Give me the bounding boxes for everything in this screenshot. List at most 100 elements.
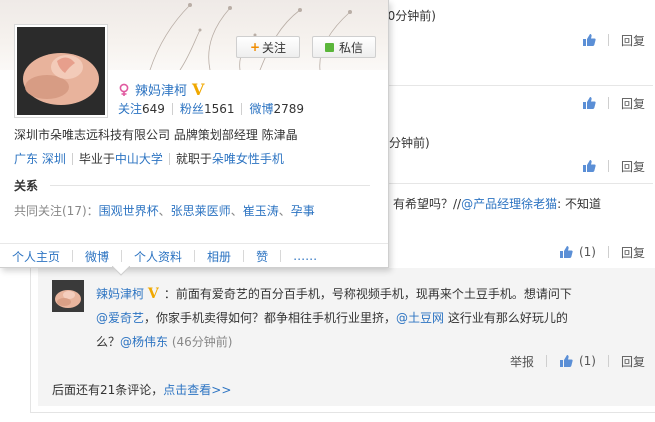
follows-count: 649 xyxy=(142,102,165,116)
profile-name-row: 辣妈津柯 V xyxy=(118,80,208,99)
tab-more[interactable]: …… xyxy=(281,249,329,263)
message-icon xyxy=(324,42,334,52)
comment-actions: 回复 xyxy=(582,94,645,112)
mention-link[interactable]: @产品经理徐老猫 xyxy=(461,197,557,211)
view-more-link[interactable]: 点击查看>> xyxy=(163,383,231,397)
follows-stat[interactable]: 关注649 xyxy=(118,100,165,117)
weibo-stat[interactable]: 微博2789 xyxy=(249,100,304,117)
comment-box: 辣妈津柯 V ：前面有爱奇艺的百分百手机，号称视频手机，现再来个土豆手机。想请问下… xyxy=(38,268,655,406)
comment-actions: (1) 回复 xyxy=(559,243,645,261)
message-label: 私信 xyxy=(338,40,363,55)
comment-text: 这行业有那么好玩儿的 xyxy=(444,311,568,325)
like-icon[interactable] xyxy=(582,96,596,110)
divider xyxy=(607,34,609,46)
common-follow-link[interactable]: 孕事 xyxy=(291,202,315,219)
like-icon[interactable] xyxy=(582,33,596,47)
baby-hands-image xyxy=(52,280,84,312)
reply-link[interactable]: 回复 xyxy=(621,32,645,49)
like-count: (1) xyxy=(578,245,596,259)
tab-likes[interactable]: 赞 xyxy=(244,248,280,265)
common-follows-row: 共同关注(17)： 围观世界杯、 张思莱医师、 崔玉涛、 孕事 xyxy=(14,202,315,219)
separator: 、 xyxy=(158,204,171,218)
more-comments-text: 后面还有21条评论， xyxy=(52,383,164,397)
divider xyxy=(71,152,73,165)
profile-bio: 深圳市朵唯志远科技有限公司 品牌策划部经理 陈津晶 xyxy=(14,128,298,142)
relation-title: 关系 xyxy=(14,179,39,193)
reply-link[interactable]: 回复 xyxy=(621,353,645,370)
verified-v-icon: V xyxy=(192,79,205,99)
comment-text-part: 有希望吗？// xyxy=(393,197,462,211)
tab-album[interactable]: 相册 xyxy=(195,248,243,265)
comment-text: ，你家手机卖得如何？都争相往手机行业里挤， xyxy=(144,311,397,325)
like-icon[interactable] xyxy=(582,159,596,173)
plus-icon: + xyxy=(249,40,261,54)
baby-hands-image xyxy=(17,27,105,115)
separator: 、 xyxy=(278,204,291,218)
divider xyxy=(241,102,243,115)
reply-link[interactable]: 回复 xyxy=(621,244,645,261)
like-icon[interactable] xyxy=(559,245,573,259)
tab-profile-info[interactable]: 个人资料 xyxy=(122,248,194,265)
tab-homepage[interactable]: 个人主页 xyxy=(0,248,72,265)
reply-link[interactable]: 回复 xyxy=(621,158,645,175)
message-button[interactable]: 私信 xyxy=(312,36,376,58)
divider xyxy=(607,246,609,258)
company-link[interactable]: 朵唯女性手机 xyxy=(212,150,284,167)
divider xyxy=(171,102,173,115)
divider xyxy=(607,355,609,367)
location-link[interactable]: 广东 深圳 xyxy=(14,150,66,167)
comment-body: 辣妈津柯 V ：前面有爱奇艺的百分百手机，号称视频手机，现再来个土豆手机。想请问下… xyxy=(96,282,641,354)
more-comments: 后面还有21条评论，点击查看>> xyxy=(52,381,231,398)
mention-link[interactable]: @杨伟东 xyxy=(120,335,168,349)
comment-actions: 举报 (1) 回复 xyxy=(510,352,645,370)
author-link[interactable]: 辣妈津柯 xyxy=(96,287,144,301)
comment-text: 么？ xyxy=(96,335,121,349)
profile-name[interactable]: 辣妈津柯 xyxy=(135,80,187,99)
profile-info-row: 广东 深圳 毕业于 中山大学 就职于 朵唯女性手机 xyxy=(14,150,284,167)
like-icon[interactable] xyxy=(559,354,573,368)
weibo-label: 微博 xyxy=(249,102,274,116)
follows-label: 关注 xyxy=(118,102,143,116)
profile-tabs: 个人主页 微博 个人资料 相册 赞 …… xyxy=(0,243,388,268)
mention-link[interactable]: @土豆网 xyxy=(396,311,444,325)
fans-label: 粉丝 xyxy=(179,102,204,116)
common-follow-link[interactable]: 崔玉涛 xyxy=(243,202,279,219)
comment-text: 有希望吗？//@产品经理徐老猫: 不知道 xyxy=(393,195,601,212)
common-follow-link[interactable]: 围观世界杯 xyxy=(99,202,159,219)
comment-actions: 回复 xyxy=(582,157,645,175)
divider xyxy=(607,160,609,172)
fans-count: 1561 xyxy=(203,102,235,116)
profile-card: + 关注 私信 辣妈津柯 V 关注649 粉丝1561 微博2789 深圳市朵唯… xyxy=(0,0,389,268)
female-icon xyxy=(119,83,129,96)
profile-avatar[interactable] xyxy=(15,25,107,117)
comment-text: 前面有爱奇艺的百分百手机，号称视频手机，现再来个土豆手机。想请问下 xyxy=(175,287,572,301)
avatar[interactable] xyxy=(52,280,84,312)
divider xyxy=(607,97,609,109)
card-pointer-arrow xyxy=(112,266,130,276)
follow-button[interactable]: + 关注 xyxy=(236,36,300,58)
verified-v-icon: V xyxy=(147,286,159,302)
divider xyxy=(168,152,170,165)
education-label: 毕业于 xyxy=(78,152,115,166)
comment-time: 分钟前) xyxy=(389,136,430,150)
comment-time: (46分钟前) xyxy=(171,335,233,349)
profile-stats: 关注649 粉丝1561 微博2789 xyxy=(118,100,304,117)
school-link[interactable]: 中山大学 xyxy=(115,150,163,167)
divider xyxy=(50,185,370,186)
mention-link[interactable]: @爱奇艺 xyxy=(96,311,144,325)
common-follows-label: 共同关注(17)： xyxy=(14,204,99,218)
reply-link[interactable]: 回复 xyxy=(621,95,645,112)
comment-text-part: : 不知道 xyxy=(557,197,601,211)
follow-label: 关注 xyxy=(262,40,287,55)
divider xyxy=(388,183,653,184)
report-link[interactable]: 举报 xyxy=(510,353,534,370)
weibo-count: 2789 xyxy=(273,102,305,116)
separator: 、 xyxy=(230,204,243,218)
fans-stat[interactable]: 粉丝1561 xyxy=(180,100,235,117)
common-follow-link[interactable]: 张思莱医师 xyxy=(171,202,231,219)
divider xyxy=(388,85,653,86)
colon: ： xyxy=(163,287,176,301)
tab-weibo[interactable]: 微博 xyxy=(73,248,121,265)
work-label: 就职于 xyxy=(175,152,212,166)
like-count: (1) xyxy=(578,354,596,368)
